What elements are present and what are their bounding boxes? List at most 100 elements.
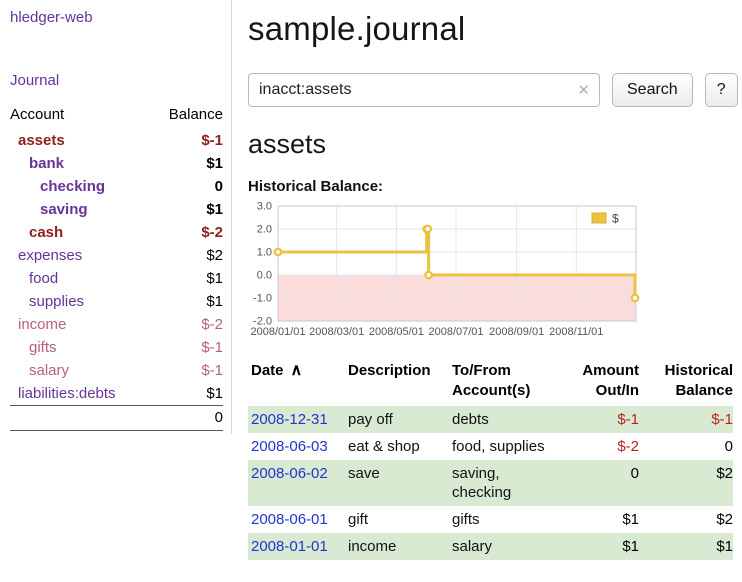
transaction-amount: $-1 <box>561 406 639 433</box>
description-header: Description <box>345 359 449 406</box>
account-link[interactable]: checking <box>40 178 105 195</box>
chart-title: Historical Balance: <box>248 178 738 195</box>
sort-ascending-icon: ∧ <box>291 362 303 379</box>
transaction-description: income <box>345 533 449 560</box>
account-link[interactable]: gifts <box>29 339 57 356</box>
transaction-description: pay off <box>345 406 449 433</box>
svg-text:0.0: 0.0 <box>257 270 272 282</box>
account-link[interactable]: food <box>29 270 58 287</box>
historical-balance-chart: 3.02.01.00.0-1.0-2.02008/01/012008/03/01… <box>248 201 640 341</box>
accounts-total-row: 0 <box>10 406 223 431</box>
account-row: food $1 <box>10 267 223 290</box>
sort-by-date-header[interactable]: Date ∧ <box>248 359 345 406</box>
transaction-description: eat & shop <box>345 433 449 460</box>
account-balance: $1 <box>151 152 223 175</box>
account-link[interactable]: saving <box>40 201 88 218</box>
account-row: supplies $1 <box>10 290 223 313</box>
account-balance: 0 <box>151 175 223 198</box>
accounts-total-balance: 0 <box>151 406 223 431</box>
account-balance: $-1 <box>151 359 223 382</box>
transaction-accounts: saving, checking <box>449 460 561 506</box>
transaction-description: gift <box>345 506 449 533</box>
transaction-description: save <box>345 460 449 506</box>
account-row: salary $-1 <box>10 359 223 382</box>
date-header-label: Date <box>251 362 284 379</box>
account-balance: $-2 <box>151 313 223 336</box>
transaction-date-link[interactable]: 2008-01-01 <box>251 538 328 555</box>
account-link[interactable]: assets <box>18 132 65 149</box>
search-row: ✕ Search ? <box>248 73 738 107</box>
account-row: saving $1 <box>10 198 223 221</box>
account-row: cash $-2 <box>10 221 223 244</box>
transaction-balance: $2 <box>639 506 733 533</box>
search-box: ✕ <box>248 73 600 107</box>
accounts-table: Account Balance assets $-1 bank $1 checking 0… <box>10 102 223 431</box>
transaction-row: 2008-06-03eat & shopfood, supplies$-20 <box>248 433 733 460</box>
svg-text:1.0: 1.0 <box>257 247 272 259</box>
accounts-column-header: To/FromAccount(s) <box>449 359 561 406</box>
register-header-row: Date ∧ Description To/FromAccount(s) Amou… <box>248 359 733 406</box>
accounts-header-row: Account Balance <box>10 102 223 129</box>
account-balance: $1 <box>151 198 223 221</box>
transaction-balance: $2 <box>639 460 733 506</box>
account-balance: $1 <box>151 382 223 406</box>
account-link[interactable]: expenses <box>18 247 82 264</box>
search-input[interactable] <box>248 73 600 107</box>
account-row: assets $-1 <box>10 129 223 152</box>
app-title-link[interactable]: hledger-web <box>10 9 223 26</box>
main-content: sample.journal ✕ Search ? assets Histori… <box>232 0 742 582</box>
account-balance: $2 <box>151 244 223 267</box>
search-button[interactable]: Search <box>612 73 693 107</box>
transaction-row: 2008-01-01incomesalary$1$1 <box>248 533 733 560</box>
account-link[interactable]: liabilities:debts <box>18 385 116 402</box>
clear-search-icon[interactable]: ✕ <box>577 81 590 99</box>
account-link[interactable]: salary <box>29 362 69 379</box>
account-row: checking 0 <box>10 175 223 198</box>
account-balance: $1 <box>151 267 223 290</box>
transaction-amount: 0 <box>561 460 639 506</box>
accounts-header-balance: Balance <box>151 102 223 129</box>
svg-text:3.0: 3.0 <box>257 201 272 213</box>
account-link[interactable]: supplies <box>29 293 84 310</box>
transaction-date-link[interactable]: 2008-12-31 <box>251 411 328 428</box>
account-balance: $-1 <box>151 129 223 152</box>
account-balance: $1 <box>151 290 223 313</box>
svg-text:$: $ <box>612 212 619 226</box>
transaction-accounts: food, supplies <box>449 433 561 460</box>
svg-text:2008/03/01: 2008/03/01 <box>309 326 364 338</box>
balance-column-header: HistoricalBalance <box>639 359 733 406</box>
help-button[interactable]: ? <box>705 73 738 107</box>
hledger-web-app: hledger-web Journal Account Balance asse… <box>0 0 742 582</box>
account-row: liabilities:debts $1 <box>10 382 223 406</box>
account-balance: $-2 <box>151 221 223 244</box>
sidebar: hledger-web Journal Account Balance asse… <box>0 0 232 582</box>
transaction-row: 2008-06-02 savesaving, checking0$2 <box>248 460 733 506</box>
account-balance: $-1 <box>151 336 223 359</box>
account-row: gifts $-1 <box>10 336 223 359</box>
svg-text:2008/09/01: 2008/09/01 <box>489 326 544 338</box>
account-link[interactable]: bank <box>29 155 64 172</box>
transaction-amount: $-2 <box>561 433 639 460</box>
transaction-date-link[interactable]: 2008-06-03 <box>251 438 328 455</box>
account-row: income $-2 <box>10 313 223 336</box>
transaction-date-link[interactable]: 2008-06-02 <box>251 465 328 482</box>
journal-link[interactable]: Journal <box>10 72 223 89</box>
account-link[interactable]: income <box>18 316 66 333</box>
account-heading: assets <box>248 129 738 160</box>
transaction-amount: $1 <box>561 506 639 533</box>
transaction-date-link[interactable]: 2008-06-01 <box>251 511 328 528</box>
account-row: expenses $2 <box>10 244 223 267</box>
transaction-amount: $1 <box>561 533 639 560</box>
transaction-accounts: salary <box>449 533 561 560</box>
svg-text:2.0: 2.0 <box>257 224 272 236</box>
transaction-balance: $1 <box>639 533 733 560</box>
transaction-row: 2008-06-01 giftgifts$1$2 <box>248 506 733 533</box>
transaction-accounts: debts <box>449 406 561 433</box>
transaction-accounts: gifts <box>449 506 561 533</box>
amount-column-header: AmountOut/In <box>561 359 639 406</box>
svg-text:-1.0: -1.0 <box>253 293 272 305</box>
transaction-row: 2008-12-31pay offdebts$-1$-1 <box>248 406 733 433</box>
page-title: sample.journal <box>248 10 738 48</box>
accounts-header-account: Account <box>10 102 151 129</box>
account-link[interactable]: cash <box>29 224 63 241</box>
